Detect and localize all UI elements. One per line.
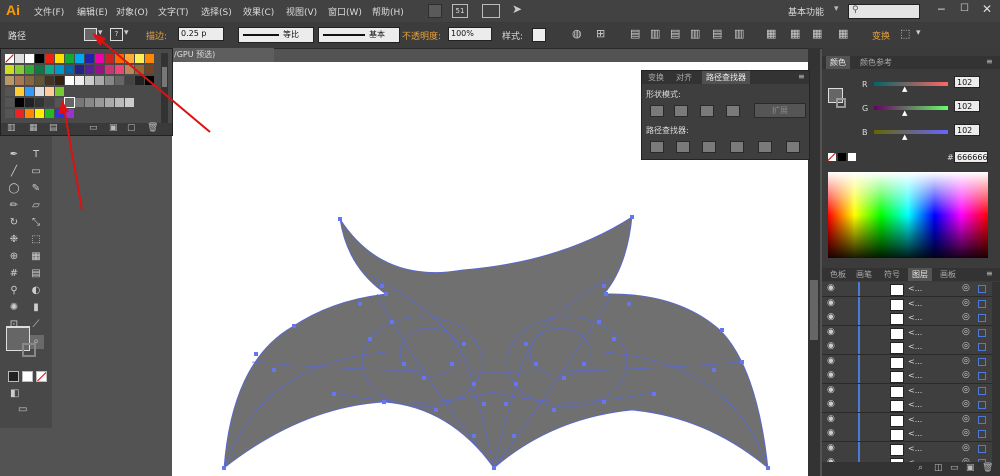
red-arrow-1 <box>97 37 211 133</box>
red-arrow-2-head <box>58 100 69 114</box>
red-arrow-2 <box>63 107 83 211</box>
annotation-overlay <box>58 33 211 211</box>
